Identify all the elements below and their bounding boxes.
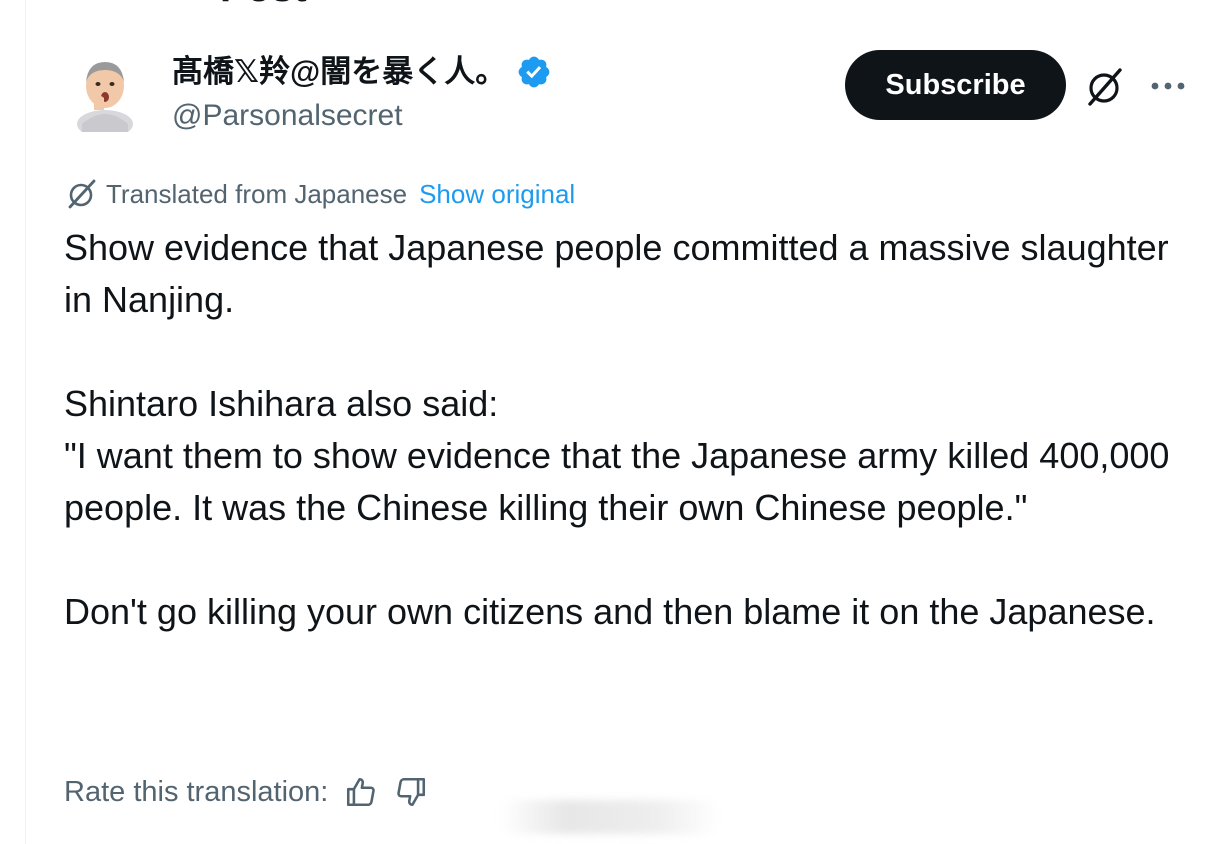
page-title: Post (220, 0, 307, 11)
post-body: Show evidence that Japanese people commi… (64, 222, 1184, 638)
grok-icon[interactable] (1084, 66, 1126, 108)
post-paragraph: "I want them to show evidence that the J… (64, 435, 1170, 528)
post-paragraph: Don't go killing your own citizens and t… (64, 591, 1156, 632)
verified-badge-icon (518, 56, 550, 88)
translation-notice: Translated from Japanese Show original (66, 176, 575, 212)
avatar[interactable] (74, 54, 136, 138)
thumbs-up-icon[interactable] (344, 775, 378, 809)
thumbs-down-icon[interactable] (394, 775, 428, 809)
display-name[interactable]: 髙橋𝕏羚@闇を暴く人。 (172, 52, 552, 92)
page-header: ← Post (60, 0, 307, 11)
rate-label: Rate this translation: (64, 776, 329, 808)
display-name-text: 髙橋𝕏羚@闇を暴く人。 (172, 54, 507, 89)
more-icon[interactable] (1150, 76, 1186, 96)
subscribe-button[interactable]: Subscribe (845, 50, 1066, 120)
user-handle[interactable]: @Parsonalsecret (172, 96, 552, 136)
back-arrow-icon[interactable]: ← (60, 0, 100, 11)
rate-translation: Rate this translation: (64, 772, 428, 812)
blurred-watermark (500, 800, 720, 834)
post-paragraph: Show evidence that Japanese people commi… (64, 227, 1169, 320)
translated-label: Translated from Japanese (106, 179, 408, 209)
author-block[interactable]: 髙橋𝕏羚@闇を暴く人。 @Parsonalsecret (172, 52, 552, 136)
post-paragraph: Shintaro Ishihara also said: (64, 383, 499, 424)
grok-translate-icon (68, 179, 96, 209)
column-border (25, 0, 26, 844)
show-original-link[interactable]: Show original (419, 176, 575, 212)
